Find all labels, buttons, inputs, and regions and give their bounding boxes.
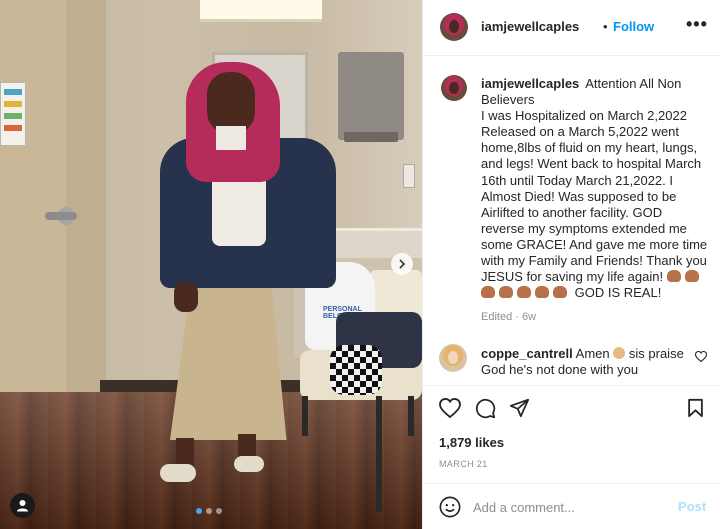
comment-item: coppe_cantrell Amen sis praise God he's … (423, 340, 720, 380)
comment-text-start: Amen (575, 346, 610, 361)
photo-door-handle (45, 212, 77, 220)
photo-person-collar (216, 126, 246, 150)
photo-towel-dispenser (338, 52, 404, 140)
more-options-icon[interactable]: ••• (686, 14, 708, 35)
carousel-dot (216, 508, 222, 514)
post-comment-button[interactable]: Post (678, 499, 706, 514)
post-actions: 1,879 likes MARCH 21 (423, 385, 720, 483)
author-avatar[interactable] (440, 13, 468, 41)
caption-line: Attention All Non (585, 76, 682, 91)
photo-chair-leg (302, 396, 308, 436)
post-photo[interactable]: PERSONAL BELONGINGS (0, 0, 422, 529)
clapping-hands-emoji-icon (481, 286, 495, 299)
author-username[interactable]: iamjewellcaples (481, 19, 579, 34)
share-icon[interactable] (509, 398, 530, 418)
heart-icon[interactable] (439, 398, 461, 418)
clapping-hands-emoji-icon (499, 286, 513, 299)
post-details-panel: iamjewellcaples • Follow ••• iamjewellca… (422, 0, 720, 529)
caption-text: iamjewellcaples Attention All Non Believ… (481, 76, 713, 301)
follow-button[interactable]: Follow (613, 19, 654, 34)
photo-light-switch (403, 164, 415, 188)
clapping-hands-emoji-icon (684, 270, 699, 283)
caption-line: Believers (481, 92, 535, 108)
edited-timestamp[interactable]: Edited · 6w (481, 311, 536, 323)
caption-line: Released on a March 5,2022 went (481, 124, 680, 140)
caption-line: 16th until Today March 21,2022. I (481, 172, 673, 188)
photo-checkered-bag (330, 345, 382, 395)
photo-wall-sign (0, 82, 26, 146)
photo-person-face (207, 72, 255, 134)
commenter-username[interactable]: coppe_cantrell (481, 346, 573, 361)
carousel-dot (206, 508, 212, 514)
carousel-indicator (196, 508, 222, 514)
comment-text: coppe_cantrell Amen sis praise God he's … (481, 346, 691, 378)
caption-line: Almost Died! Was supposed to be (481, 188, 677, 204)
chevron-right-icon (399, 259, 406, 269)
carousel-next-button[interactable] (391, 253, 413, 275)
caption-line: Airlifted to another facility. GOD (481, 204, 663, 220)
comment-icon[interactable] (475, 398, 496, 419)
caption-line: with my Family and Friends! Thank you (481, 253, 707, 269)
clapping-hands-emoji-icon (535, 286, 549, 299)
caption-line: I was Hospitalized on March 2,2022 (481, 108, 687, 124)
commenter-avatar[interactable] (439, 344, 467, 372)
photo-person-shoe (234, 456, 264, 472)
caption-end: GOD IS REAL! (574, 285, 662, 301)
post-header: iamjewellcaples • Follow ••• (423, 0, 720, 56)
caption-line: reverse my symptoms extended me (481, 220, 687, 236)
comment-like-heart-icon[interactable] (695, 351, 707, 362)
photo-towel-slot (344, 132, 398, 142)
photo-ceiling-light (200, 0, 322, 22)
user-tag-icon (17, 500, 28, 512)
user-tag-button[interactable] (10, 493, 35, 518)
post-date[interactable]: MARCH 21 (439, 459, 488, 469)
photo-person-shoe (160, 464, 196, 482)
bookmark-icon[interactable] (687, 398, 704, 418)
praying-hands-emoji-icon (613, 347, 626, 359)
caption-line: some GRACE! And gave me more time (481, 236, 708, 252)
photo-door-frame (66, 0, 106, 398)
add-comment-bar: Post (423, 483, 720, 529)
caption-author-avatar[interactable] (441, 75, 467, 101)
carousel-dot (196, 508, 202, 514)
photo-chair-leg (408, 396, 414, 436)
add-comment-input[interactable] (473, 497, 663, 517)
caption-line: JESUS for saving my life again! (481, 269, 664, 285)
caption-line: and legs! Went back to hospital March (481, 156, 702, 172)
photo-person-hand (174, 282, 198, 312)
clapping-hands-emoji-icon (553, 286, 567, 299)
likes-count[interactable]: 1,879 likes (439, 435, 504, 450)
emoji-icon[interactable] (439, 496, 461, 518)
clapping-hands-emoji-icon (666, 270, 681, 283)
caption-line: home,8lbs of fluid on my heart, lungs, (481, 140, 698, 156)
photo-chair-leg (376, 396, 382, 512)
caption-author-username[interactable]: iamjewellcaples (481, 76, 579, 91)
clapping-hands-emoji-icon (517, 286, 531, 299)
header-separator: • (603, 19, 608, 34)
photo-person-arm (268, 172, 330, 254)
